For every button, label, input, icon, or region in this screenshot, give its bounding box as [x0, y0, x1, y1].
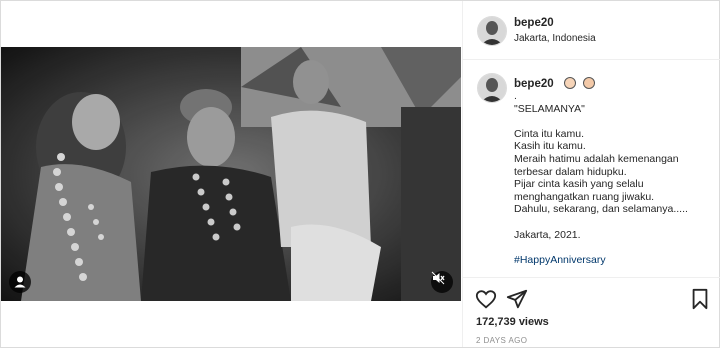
caption-line: "SELAMANYA": [514, 102, 585, 115]
mute-button[interactable]: [431, 271, 453, 293]
share-button[interactable]: [506, 288, 528, 315]
avatar[interactable]: [477, 16, 507, 46]
post-timestamp[interactable]: 2 DAYS AGO: [476, 336, 527, 345]
person-tag-icon: [14, 276, 26, 288]
mute-icon: [431, 271, 445, 285]
avatar-image: [478, 17, 506, 45]
emoji-woman-icon: [582, 76, 595, 89]
emoji-man-icon: [564, 76, 577, 89]
send-icon: [506, 289, 528, 309]
post-video[interactable]: [1, 47, 461, 301]
post-username[interactable]: bepe20: [514, 17, 554, 29]
caption-line: menghangatkan ruang jiwaku.: [514, 190, 655, 203]
caption-line: Dahulu, sekarang, dan selamanya.....: [514, 203, 688, 216]
caption-line: [514, 115, 710, 128]
heart-icon: [475, 290, 497, 309]
caption-avatar[interactable]: [477, 73, 507, 103]
views-count[interactable]: 172,739 views: [476, 316, 549, 328]
caption-line: Meraih hatimu adalah kemenangan: [514, 152, 679, 165]
caption-line: Jakarta, 2021.: [514, 228, 581, 241]
post-details-panel: bepe20 Jakarta, Indonesia bepe20 . "SELA…: [462, 1, 720, 347]
save-button[interactable]: [690, 288, 710, 315]
instagram-post-frame: bepe20 Jakarta, Indonesia bepe20 . "SELA…: [0, 0, 720, 348]
caption-line: Kasih itu kamu.: [514, 140, 586, 153]
video-frame-image: [1, 47, 461, 301]
post-caption: . "SELAMANYA" Cinta itu kamu. Kasih itu …: [514, 90, 710, 290]
caption-line: [514, 216, 710, 229]
caption-line: Pijar cinta kasih yang selalu: [514, 178, 644, 191]
bookmark-icon: [692, 288, 708, 310]
post-location[interactable]: Jakarta, Indonesia: [514, 33, 596, 44]
caption-line: Cinta itu kamu.: [514, 127, 585, 140]
caption-username[interactable]: bepe20: [514, 78, 554, 90]
post-header: bepe20 Jakarta, Indonesia: [463, 1, 720, 60]
caption-line: .: [514, 90, 517, 102]
hashtag-link[interactable]: #HappyAnniversary: [514, 254, 710, 267]
tagged-people-button[interactable]: [9, 271, 31, 293]
caption-line: terbesar dalam hidupku.: [514, 165, 627, 178]
avatar-image: [478, 74, 506, 102]
caption-line: [514, 241, 710, 254]
like-button[interactable]: [475, 288, 497, 315]
post-actions: 172,739 views 2 DAYS AGO: [463, 277, 720, 348]
